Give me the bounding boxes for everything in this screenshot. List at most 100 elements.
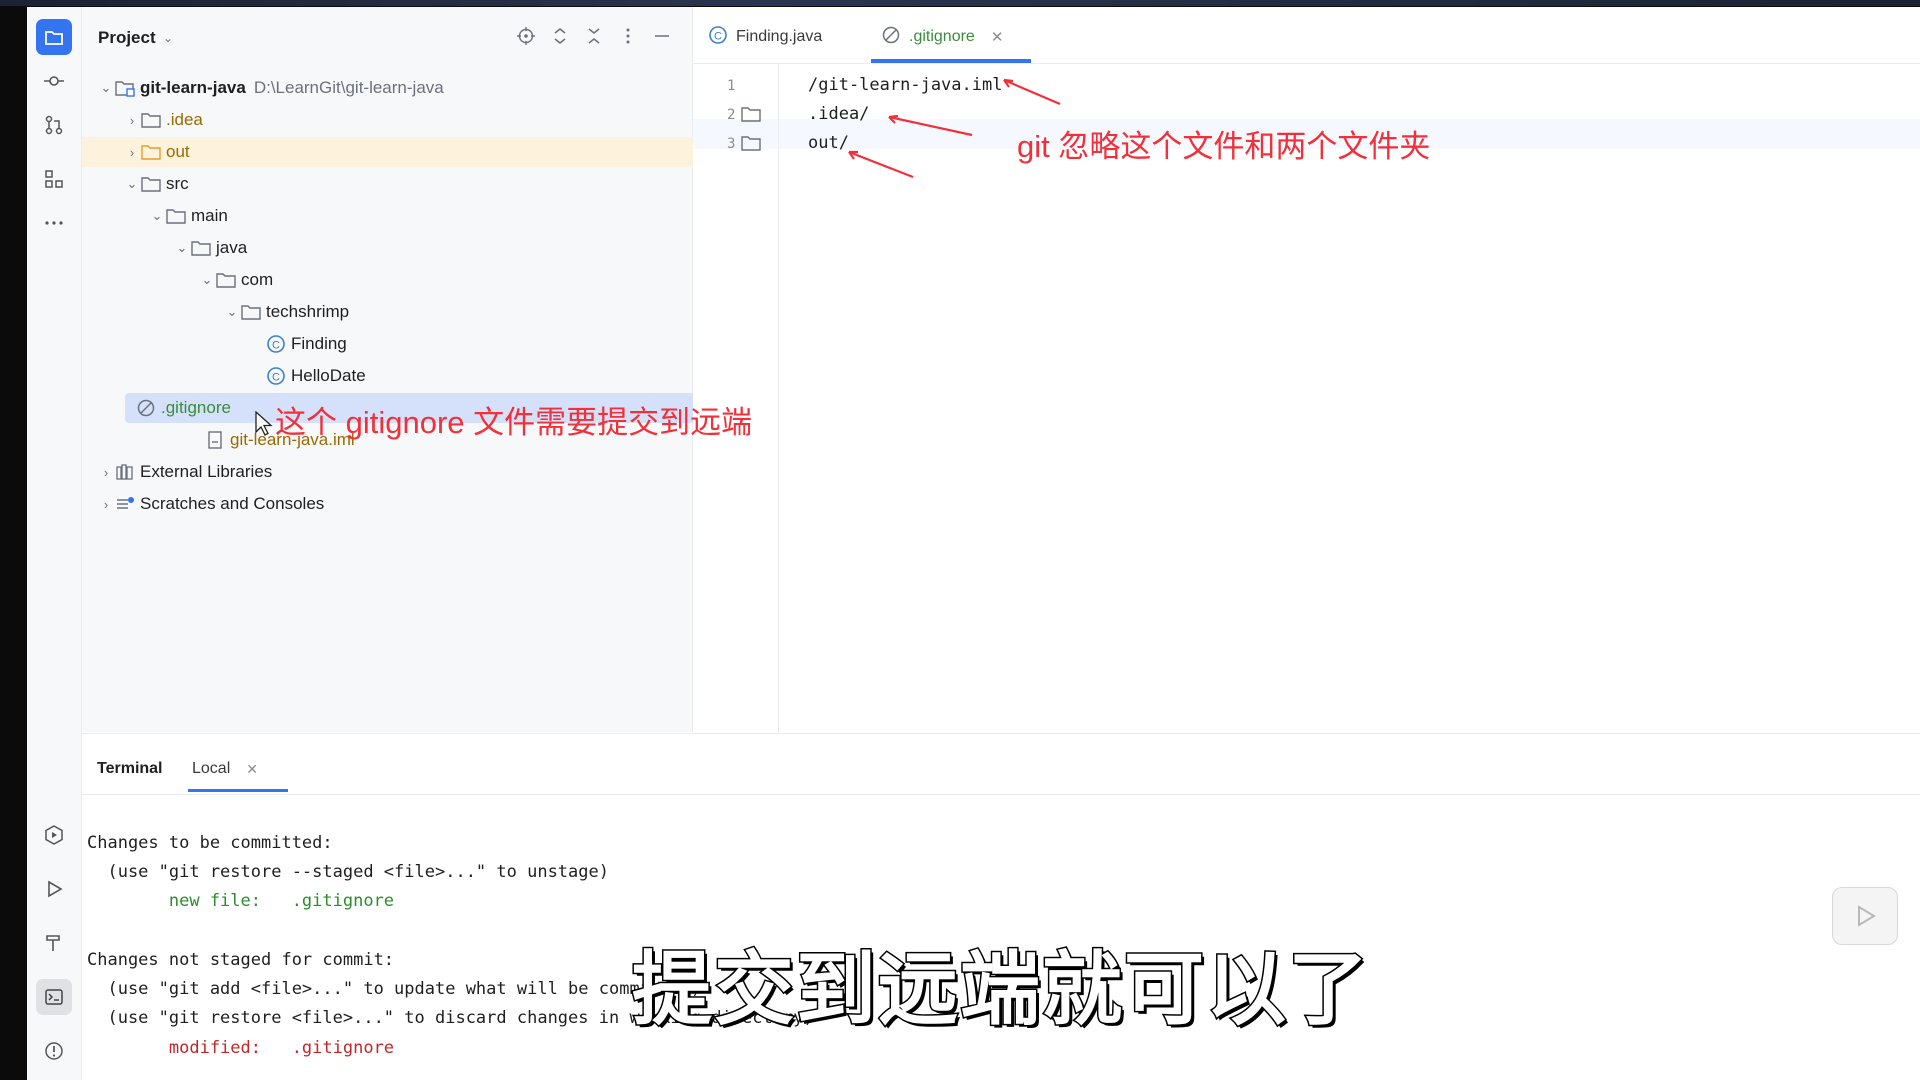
chevron-down-icon[interactable]: ⌄ — [224, 304, 240, 320]
tree-row-out[interactable]: › out — [82, 137, 734, 167]
tree-label: techshrimp — [266, 302, 350, 321]
folder-icon — [140, 174, 162, 194]
tab-finding-java[interactable]: C Finding.java — [708, 25, 822, 49]
problems-tool-button[interactable] — [36, 1033, 72, 1069]
video-play-button[interactable] — [1832, 887, 1898, 945]
chevron-down-icon[interactable]: ⌄ — [199, 272, 215, 288]
services-icon — [45, 825, 63, 845]
active-tab-indicator — [188, 789, 288, 792]
services-tool-button[interactable] — [36, 817, 72, 853]
chevron-down-icon[interactable]: ⌄ — [149, 208, 165, 224]
tree-annotation: 这个 gitignore 文件需要提交到远端 — [275, 405, 753, 440]
locate-icon[interactable] — [516, 25, 536, 47]
library-icon — [114, 462, 136, 482]
ignore-file-icon — [881, 25, 901, 50]
tree-label: git-learn-java — [140, 78, 246, 97]
svg-text:C: C — [272, 340, 280, 352]
run-icon — [48, 880, 63, 898]
mouse-cursor-icon — [255, 411, 273, 436]
tree-row-external-libraries[interactable]: › External Libraries — [82, 457, 708, 487]
terminal-header: Terminal Local ✕ — [82, 734, 1920, 795]
chevron-down-icon[interactable]: ⌄ — [98, 80, 114, 96]
code-line[interactable]: out/ — [808, 133, 849, 153]
chevron-right-icon[interactable]: › — [98, 465, 114, 480]
java-class-icon: C — [265, 334, 287, 354]
tab-gitignore[interactable]: .gitignore ✕ — [881, 25, 1003, 49]
tree-label: .idea — [166, 110, 203, 129]
hammer-icon — [46, 935, 60, 951]
commit-tool-button[interactable] — [36, 63, 72, 99]
structure-tool-button[interactable] — [36, 161, 72, 197]
terminal-line: (use "git restore --staged <file>..." to… — [87, 862, 609, 882]
active-tab-indicator — [871, 59, 1031, 63]
package-icon — [240, 302, 262, 322]
tab-label: .gitignore — [909, 28, 975, 45]
terminal-line: new file: .gitignore — [87, 891, 395, 911]
folder-icon — [190, 238, 212, 258]
code-line[interactable]: .idea/ — [808, 104, 869, 124]
chevron-down-icon[interactable]: ⌄ — [124, 176, 140, 192]
project-tool-button[interactable] — [36, 19, 72, 55]
folder-icon — [215, 270, 237, 290]
tree-row-git-learn-java[interactable]: ⌄ git-learn-java D:\LearnGit\git-learn-j… — [82, 73, 708, 103]
chevron-right-icon[interactable]: › — [124, 145, 140, 160]
line-number: 1 — [727, 78, 736, 94]
tree-path: D:\LearnGit\git-learn-java — [253, 78, 444, 97]
editor-tab-bar: C Finding.java .gitignore ✕ — [693, 7, 1920, 64]
tab-label: Finding.java — [736, 28, 823, 45]
terminal-title: Terminal — [97, 760, 163, 777]
pull-requests-tool-button[interactable] — [36, 107, 72, 143]
collapse-all-icon[interactable] — [584, 25, 604, 47]
window-top-strip — [0, 0, 1920, 6]
line-number: 2 — [727, 107, 736, 123]
terminal-line: Changes to be committed: — [87, 833, 333, 853]
terminal-line: (use "git add <file>..." to update what … — [87, 979, 702, 999]
tree-label: Finding — [291, 334, 347, 353]
java-class-icon: C — [708, 25, 728, 50]
more-icon[interactable] — [618, 25, 638, 47]
close-icon[interactable]: ✕ — [991, 28, 1004, 46]
svg-text:C: C — [272, 372, 280, 384]
tree-label: Scratches and Consoles — [140, 494, 325, 513]
tree-label: HelloDate — [291, 366, 366, 385]
more-tools-button[interactable] — [36, 205, 72, 241]
tree-label: External Libraries — [140, 462, 273, 481]
folder-icon — [45, 31, 63, 45]
tool-window-bar — [27, 7, 82, 1080]
svg-text:C: C — [714, 30, 722, 42]
tree-row-java[interactable]: ⌄ java — [82, 233, 784, 263]
chevron-down-icon[interactable]: ⌄ — [163, 31, 173, 45]
project-panel-title[interactable]: Project — [98, 28, 156, 48]
chevron-right-icon[interactable]: › — [124, 113, 140, 128]
tree-label: com — [241, 270, 274, 289]
tree-row-main[interactable]: ⌄ main — [82, 201, 759, 231]
tree-row-src[interactable]: ⌄ src — [82, 169, 734, 199]
tree-label: java — [216, 238, 248, 257]
chevron-right-icon[interactable]: › — [98, 497, 114, 512]
tree-row-idea[interactable]: › .idea — [82, 105, 734, 135]
project-panel: Project ⌄ ⌄ git-learn-java D:\LearnGit\g… — [82, 7, 734, 732]
ignore-file-icon — [135, 398, 157, 418]
editor-annotation: git 忽略这个文件和两个文件夹 — [1017, 129, 1431, 164]
folder-icon — [741, 106, 761, 127]
expand-all-icon[interactable] — [550, 25, 570, 47]
code-line[interactable]: /git-learn-java.iml — [808, 75, 1002, 95]
terminal-icon — [45, 989, 63, 1005]
run-tool-button[interactable] — [36, 871, 72, 907]
build-tool-button[interactable] — [36, 925, 72, 961]
terminal-tool-button[interactable] — [36, 979, 72, 1015]
minimize-icon[interactable] — [652, 25, 672, 47]
ide-window: Project ⌄ ⌄ git-learn-java D:\LearnGit\g… — [27, 7, 1920, 1080]
close-icon[interactable]: ✕ — [246, 761, 258, 778]
module-folder-icon — [114, 78, 136, 98]
tree-row-scratches[interactable]: › Scratches and Consoles — [82, 489, 708, 519]
folder-icon — [140, 110, 162, 130]
problems-icon — [45, 1042, 63, 1060]
video-subtitle: 提交到远端就可以了 — [631, 944, 1370, 1036]
terminal-tab-label: Local — [192, 760, 231, 777]
chevron-down-icon[interactable]: ⌄ — [174, 240, 190, 256]
project-panel-header: Project ⌄ — [82, 7, 692, 67]
terminal-line: Changes not staged for commit: — [87, 950, 395, 970]
folder-icon — [140, 142, 162, 162]
terminal-tab-local[interactable]: Local ✕ — [192, 760, 258, 778]
